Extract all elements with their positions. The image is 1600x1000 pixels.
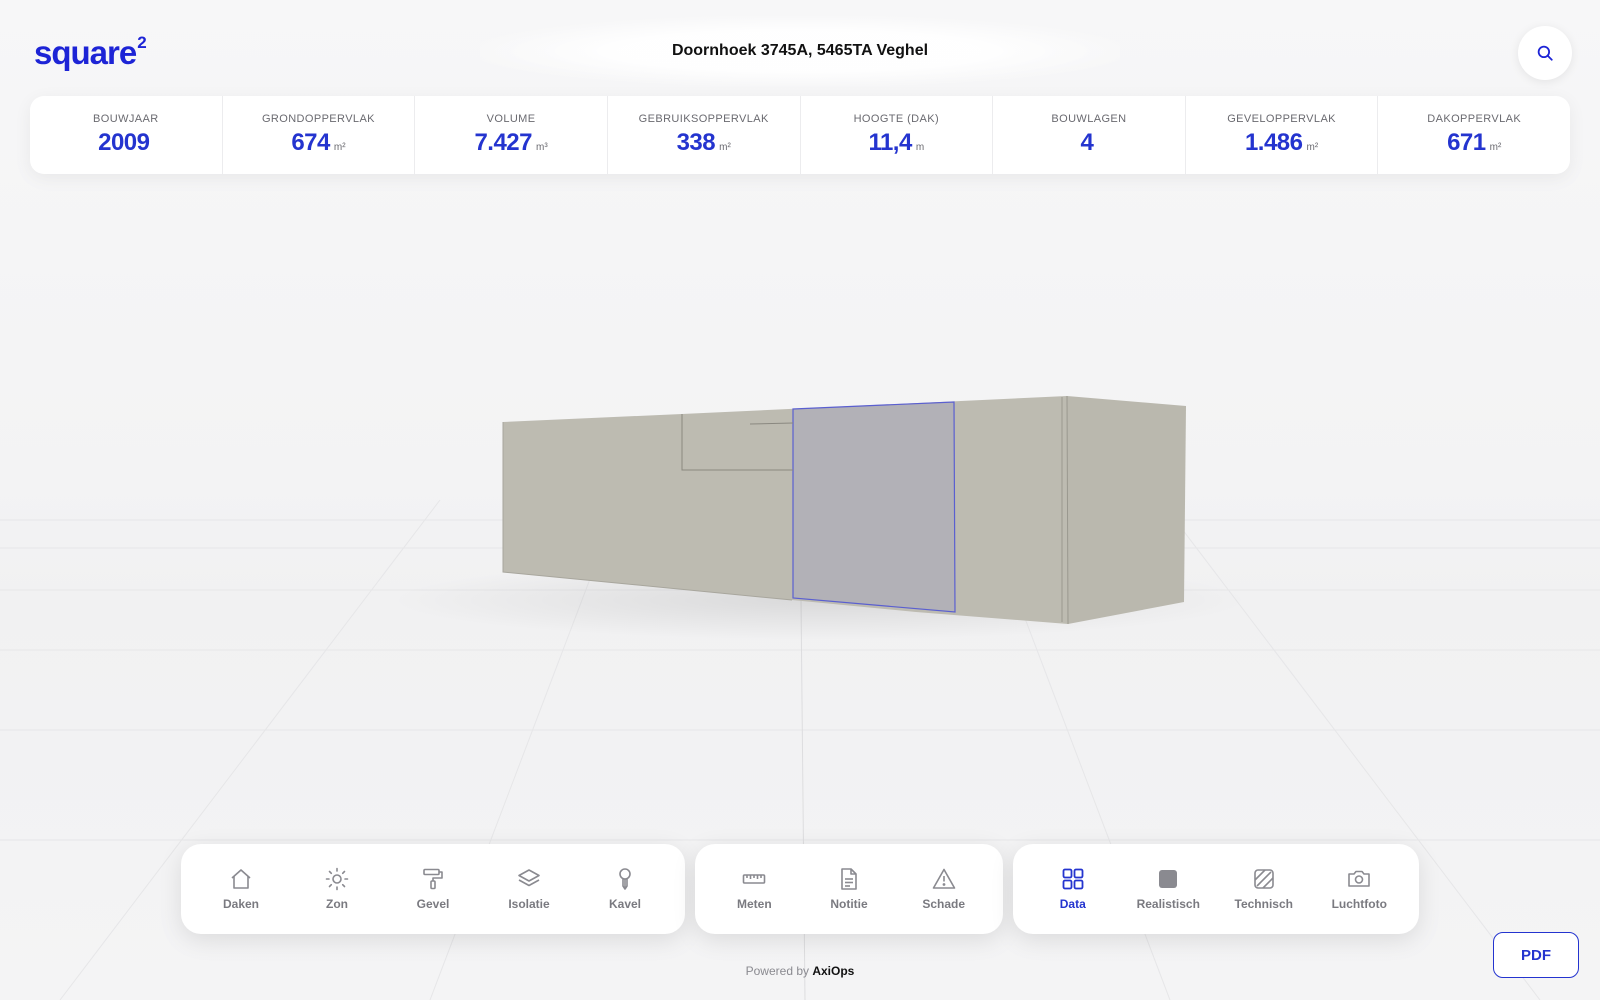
powered-by: Powered by AxiOps <box>0 964 1600 978</box>
tool-label: Schade <box>922 897 966 911</box>
stat-value: 4 <box>1080 129 1094 156</box>
stat-dakoppervlak: DAKOPPERVLAK 671 m² <box>1378 96 1570 174</box>
search-button[interactable] <box>1518 26 1572 80</box>
logo[interactable]: square2 <box>34 33 147 72</box>
stat-label: HOOGTE (DAK) <box>853 113 940 125</box>
stat-label: VOLUME <box>486 113 536 125</box>
ruler-icon <box>743 874 766 884</box>
stat-value: 7.427 <box>474 129 532 156</box>
tool-label: Kavel <box>608 897 642 911</box>
stat-value: 2009 <box>98 129 150 156</box>
stat-unit: m² <box>1489 142 1502 153</box>
grid-icon <box>1062 868 1084 890</box>
tool-label: Gevel <box>416 897 450 911</box>
stat-bouwjaar: BOUWJAAR 2009 <box>30 96 223 174</box>
sun-icon <box>325 867 349 891</box>
toolbar-view-group: Data Realistisch Technisch Luchtfoto <box>1013 844 1419 934</box>
stat-unit: m³ <box>536 142 548 153</box>
search-icon <box>1537 45 1553 61</box>
tool-realistisch[interactable]: Realistisch <box>1121 854 1217 924</box>
layers-icon <box>518 869 540 887</box>
stat-unit: m <box>915 142 925 153</box>
tool-label: Isolatie <box>508 897 550 911</box>
map-pin-icon <box>619 868 631 890</box>
tool-gevel[interactable]: Gevel <box>385 854 481 924</box>
selected-facade <box>792 401 956 613</box>
stat-label: GEBRUIKSOPPERVLAK <box>638 113 769 125</box>
tool-label: Meten <box>737 897 772 911</box>
stat-label: BOUWLAGEN <box>1051 113 1127 125</box>
paint-roller-icon <box>423 868 443 890</box>
stat-unit: m² <box>719 142 731 153</box>
stat-label: DAKOPPERVLAK <box>1427 113 1522 125</box>
stat-hoogte: HOOGTE (DAK) 11,4 m <box>801 96 994 174</box>
stat-label: GEVELOPPERVLAK <box>1227 113 1336 125</box>
stat-value: 338 <box>676 129 716 156</box>
tool-label: Zon <box>326 897 348 911</box>
house-icon <box>231 869 251 889</box>
hatched-square-icon <box>1253 869 1274 889</box>
stat-grondoppervlak: GRONDOPPERVLAK 674 m² <box>223 96 416 174</box>
tool-label: Luchtfoto <box>1331 897 1387 911</box>
logo-superscript: 2 <box>137 33 147 52</box>
tool-zon[interactable]: Zon <box>289 854 385 924</box>
stat-value: 11,4 <box>868 129 912 156</box>
tool-technisch[interactable]: Technisch <box>1216 854 1312 924</box>
warning-icon <box>932 868 955 889</box>
camera-icon <box>1348 870 1371 887</box>
logo-text: square <box>34 34 137 71</box>
tool-label: Technisch <box>1234 897 1293 911</box>
document-icon <box>841 868 857 890</box>
tool-kavel[interactable]: Kavel <box>577 854 673 924</box>
stat-geveloppervlak: GEVELOPPERVLAK 1.486 m² <box>1186 96 1379 174</box>
tool-isolatie[interactable]: Isolatie <box>481 854 577 924</box>
address-title: Doornhoek 3745A, 5465TA Veghel <box>480 16 1120 86</box>
stat-unit: m² <box>1306 142 1319 153</box>
tool-luchtfoto[interactable]: Luchtfoto <box>1312 854 1408 924</box>
stat-bouwlagen: BOUWLAGEN 4 <box>993 96 1186 174</box>
stat-value: 671 <box>1447 129 1486 156</box>
tool-label: Realistisch <box>1136 897 1200 911</box>
filled-square-icon <box>1159 870 1178 888</box>
powered-brand[interactable]: AxiOps <box>812 964 854 978</box>
tool-daken[interactable]: Daken <box>193 854 289 924</box>
stat-value: 674 <box>291 129 330 156</box>
tool-schade[interactable]: Schade <box>896 854 991 924</box>
stat-gebruiksoppervlak: GEBRUIKSOPPERVLAK 338 m² <box>608 96 801 174</box>
toolbar-analysis-group: Daken Zon Gevel Isolatie Kavel <box>181 844 685 934</box>
tool-label: Daken <box>222 897 260 911</box>
pdf-button[interactable]: PDF <box>1493 932 1579 978</box>
tool-meten[interactable]: Meten <box>707 854 802 924</box>
stat-label: GRONDOPPERVLAK <box>261 113 375 125</box>
powered-prefix: Powered by <box>745 964 809 978</box>
stat-volume: VOLUME 7.427 m³ <box>415 96 608 174</box>
tool-label: Notitie <box>830 897 868 911</box>
stat-label: BOUWJAAR <box>93 113 159 125</box>
stat-unit: m² <box>333 142 346 153</box>
tool-notitie[interactable]: Notitie <box>802 854 897 924</box>
building-stats-bar: BOUWJAAR 2009 GRONDOPPERVLAK 674 m² VOLUM… <box>30 96 1570 174</box>
toolbar-annotation-group: Meten Notitie Schade <box>695 844 1003 934</box>
stat-value: 1.486 <box>1244 129 1303 156</box>
tool-label: Data <box>1059 897 1086 911</box>
tool-data[interactable]: Data <box>1025 854 1121 924</box>
